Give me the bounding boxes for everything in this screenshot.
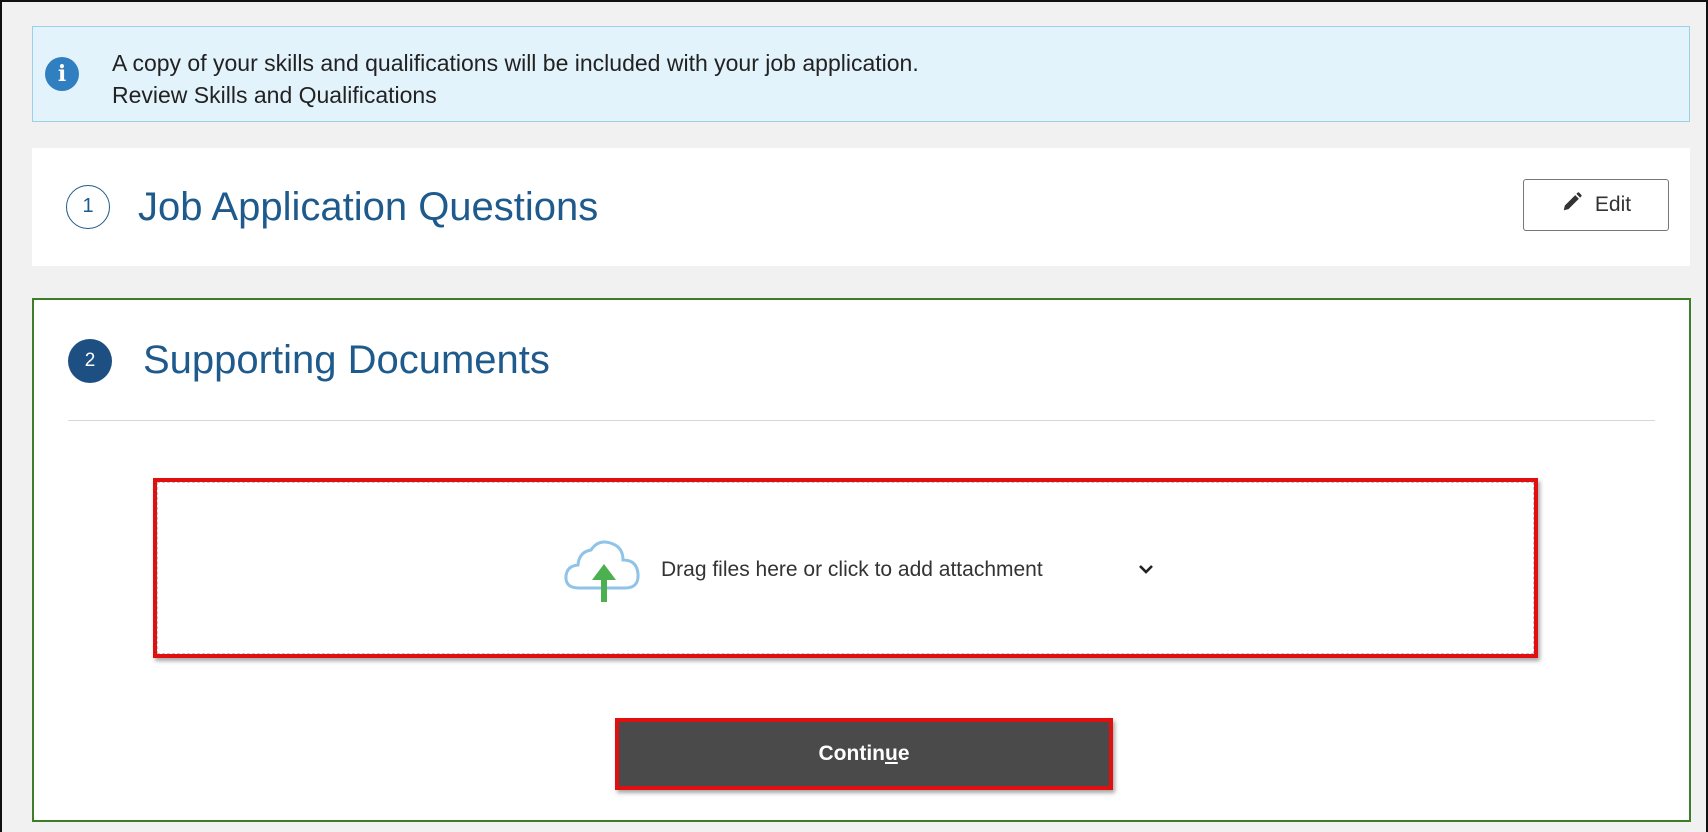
step-number-badge: 1 [66,185,110,229]
step-supporting-documents: 2 Supporting Documents Drag files here o… [32,298,1691,822]
step-job-application-questions: 1 Job Application Questions Edit [32,148,1690,266]
continue-button[interactable]: Contin u e [615,718,1113,790]
dropzone-label: Drag files here or click to add attachme… [661,558,1043,581]
continue-label-start: Contin [818,742,885,765]
info-text: A copy of your skills and qualifications… [112,47,919,111]
section-divider [68,420,1655,421]
pencil-icon [1561,191,1583,219]
continue-label-end: e [897,742,910,765]
info-message: A copy of your skills and qualifications… [112,50,919,76]
edit-button[interactable]: Edit [1523,179,1669,231]
review-skills-link[interactable]: Review Skills and Qualifications [112,79,919,111]
info-banner: i A copy of your skills and qualificatio… [32,26,1690,122]
cloud-upload-icon [563,536,643,604]
info-icon: i [45,57,79,91]
edit-label: Edit [1594,193,1632,216]
section-title: Supporting Documents [143,338,550,382]
continue-mnemonic: u [884,742,898,765]
section-title: Job Application Questions [138,185,599,229]
step-number-badge: 2 [68,339,112,383]
chevron-down-icon[interactable] [1135,558,1157,580]
page-frame: i A copy of your skills and qualificatio… [0,0,1708,832]
file-dropzone[interactable]: Drag files here or click to add attachme… [153,478,1538,658]
